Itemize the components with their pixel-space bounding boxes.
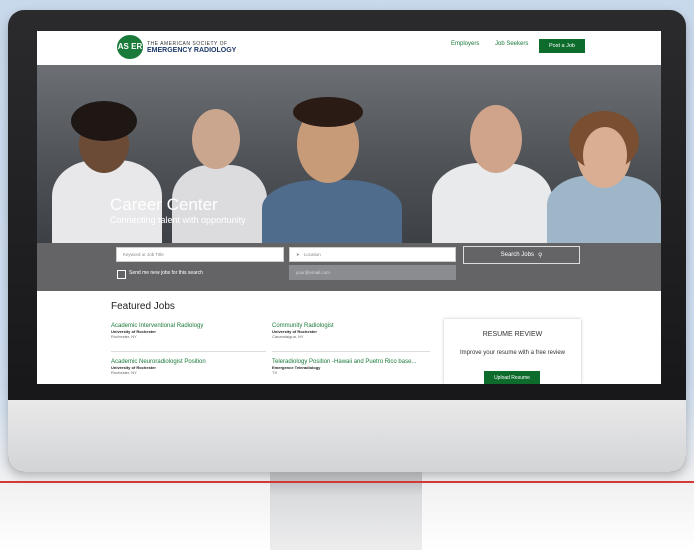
job-location: Rochester, NY — [111, 334, 137, 339]
job-alert-checkbox[interactable] — [117, 270, 126, 279]
browser-screen: AS ER THE AMERICAN SOCIETY OF EMERGENCY … — [37, 31, 661, 384]
job-location: TX — [272, 370, 278, 375]
job-item[interactable]: Community Radiologist University of Roch… — [272, 323, 334, 339]
person-2-head — [192, 109, 240, 169]
page-subtitle: Connecting talent with opportunity — [110, 215, 246, 225]
person-1-hair — [71, 101, 137, 141]
divider — [272, 351, 430, 352]
job-item[interactable]: Teleradiology Position -Hawaii and Puetr… — [272, 359, 416, 375]
logo-badge-icon: AS ER — [117, 35, 143, 59]
location-input[interactable]: ➤ Location — [289, 247, 456, 262]
resume-review-card: RESUME REVIEW Improve your resume with a… — [444, 319, 581, 384]
person-3-hair — [293, 97, 363, 127]
search-jobs-button[interactable]: Search Jobs ⚲ — [463, 246, 580, 264]
site-logo[interactable]: AS ER THE AMERICAN SOCIETY OF EMERGENCY … — [117, 35, 236, 59]
site-header: AS ER THE AMERICAN SOCIETY OF EMERGENCY … — [37, 31, 661, 65]
email-input[interactable]: your@email.com — [289, 265, 456, 280]
keyword-input[interactable]: Keyword or Job Title — [116, 247, 284, 262]
monitor-stand — [270, 472, 422, 550]
resume-review-title: RESUME REVIEW — [482, 331, 543, 338]
job-item[interactable]: Academic Neuroradiologist Position Unive… — [111, 359, 206, 375]
job-location: Canandaigua, NY — [272, 334, 304, 339]
logo-text: THE AMERICAN SOCIETY OF EMERGENCY RADIOL… — [147, 41, 236, 54]
page-title: Career Center — [110, 195, 218, 214]
person-3-coat — [262, 180, 402, 243]
location-placeholder: Location — [303, 252, 321, 257]
monitor-chin — [8, 400, 686, 472]
resume-review-text: Improve your resume with a free review — [459, 350, 566, 356]
upload-resume-button[interactable]: Upload Resume — [484, 371, 540, 384]
person-4-coat — [432, 163, 552, 243]
job-item[interactable]: Academic Interventional Radiology Univer… — [111, 323, 203, 339]
featured-jobs-heading: Featured Jobs — [111, 301, 175, 312]
job-alert-label: Send me new jobs for this search — [129, 270, 203, 276]
divider — [111, 351, 266, 352]
accent-line — [0, 481, 694, 483]
nav-job-seekers[interactable]: Job Seekers — [495, 41, 528, 47]
person-5-face — [583, 127, 627, 183]
post-job-button[interactable]: Post a Job — [539, 39, 585, 53]
logo-badge-text: AS ER — [117, 42, 143, 51]
search-button-label: Search Jobs — [500, 252, 534, 258]
search-icon: ⚲ — [537, 252, 543, 259]
location-pin-icon: ➤ — [296, 251, 300, 257]
person-4-head — [470, 105, 522, 173]
nav-employers[interactable]: Employers — [451, 41, 479, 47]
logo-line2: EMERGENCY RADIOLOGY — [147, 46, 237, 54]
hero-banner: Career Center Connecting talent with opp… — [37, 65, 661, 243]
job-location: Rochester, NY — [111, 370, 137, 375]
